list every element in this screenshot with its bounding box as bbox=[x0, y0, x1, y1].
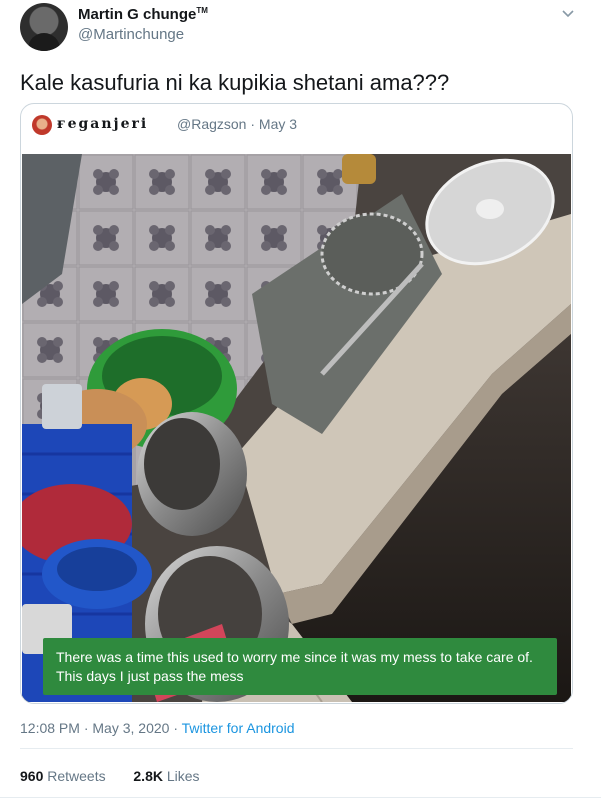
bottom-divider bbox=[0, 797, 601, 798]
tweet-card: Martin G chungeTM @Martinchunge Kale kas… bbox=[0, 0, 601, 800]
quoted-author-name: ғеgаnjеri bbox=[57, 116, 149, 132]
tweet-source-link[interactable]: Twitter for Android bbox=[182, 720, 295, 736]
tweet-stats: 960 Retweets 2.8K Likes bbox=[20, 768, 200, 784]
likes-stat[interactable]: 2.8K Likes bbox=[133, 768, 199, 784]
photo-illustration bbox=[22, 154, 571, 702]
quoted-handle: @Ragzson bbox=[177, 116, 247, 132]
quoted-meta: @Ragzson · May 3 bbox=[177, 116, 297, 132]
caption-line-1: There was a time this used to worry me s… bbox=[56, 649, 533, 665]
retweets-stat[interactable]: 960 Retweets bbox=[20, 768, 110, 784]
retweets-label[interactable]: Retweets bbox=[47, 768, 105, 784]
likes-count[interactable]: 2.8K bbox=[133, 768, 163, 784]
meta-separator-2: · bbox=[173, 720, 179, 736]
likes-label[interactable]: Likes bbox=[167, 768, 200, 784]
tweet-time[interactable]: 12:08 PM bbox=[20, 720, 80, 736]
author-avatar[interactable] bbox=[20, 3, 68, 51]
tweet-text: Kale kasufuria ni ka kupikia shetani ama… bbox=[20, 70, 450, 95]
quoted-avatar bbox=[32, 115, 52, 135]
caption-line-2: This days I just pass the mess bbox=[56, 668, 244, 684]
tweet-meta: 12:08 PM · May 3, 2020 · Twitter for And… bbox=[20, 720, 294, 736]
author-handle[interactable]: @Martinchunge bbox=[78, 26, 184, 43]
quoted-tweet[interactable]: ғеgаnjеri @Ragzson · May 3 There was a t… bbox=[20, 103, 573, 704]
author-name-row[interactable]: Martin G chungeTM bbox=[78, 6, 208, 23]
quoted-photo[interactable]: There was a time this used to worry me s… bbox=[22, 154, 571, 702]
chevron-down-icon[interactable] bbox=[561, 6, 575, 20]
quoted-date: May 3 bbox=[258, 116, 298, 132]
author-name[interactable]: Martin G chunge bbox=[78, 6, 196, 23]
retweets-count[interactable]: 960 bbox=[20, 768, 43, 784]
meta-separator: · bbox=[83, 720, 89, 736]
photo-caption: There was a time this used to worry me s… bbox=[43, 638, 557, 695]
trademark-mark: TM bbox=[196, 6, 208, 15]
divider bbox=[20, 748, 573, 749]
tweet-date[interactable]: May 3, 2020 bbox=[92, 720, 169, 736]
quoted-separator: · bbox=[250, 116, 256, 132]
